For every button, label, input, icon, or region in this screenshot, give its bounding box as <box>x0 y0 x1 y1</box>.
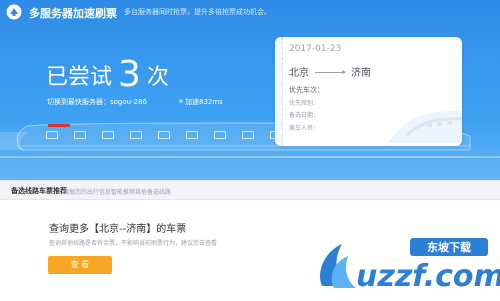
query-more-desc: 查询其他线路是否有余票，不影响当前刷票行为，建议您去查看 <box>49 240 218 247</box>
ticket-route: 北京 济南 <box>289 64 371 79</box>
attempt-suffix: 次 <box>146 65 169 90</box>
priority-trains-label: 优先车次： <box>289 86 324 94</box>
attempt-prefix: 已尝试 <box>46 65 113 90</box>
route-from: 北京 <box>289 68 309 79</box>
route-to: 济南 <box>351 68 371 79</box>
train-illustration-icon <box>387 110 462 143</box>
train-window <box>130 131 142 139</box>
app-subtitle: 多台服务器同时抢票，提升多倍抢票成功机会。 <box>124 8 271 16</box>
ticket-date: 2017-01-23 <box>289 44 342 54</box>
passenger-label: 乘车人员： <box>289 125 320 132</box>
train-window <box>74 131 86 139</box>
train-window <box>186 131 198 139</box>
train-window <box>102 131 114 139</box>
redacted-passenger-name <box>48 124 70 127</box>
title-bar: 多服务器加速刷票 多台服务器同时抢票，提升多倍抢票成功机会。 <box>0 0 500 24</box>
svg-text:东坡下载: 东坡下载 <box>427 240 471 254</box>
train-window <box>214 131 226 139</box>
backup-date-label: 备选日期： <box>289 112 320 119</box>
speed-label: 加速832ms <box>185 98 223 106</box>
uzzf-watermark-logo: 东坡下载 uzzf.com <box>320 238 500 294</box>
speed-info: 加速832ms <box>179 97 223 107</box>
status-panel: 多服务器加速刷票 多台服务器同时抢票，提升多倍抢票成功机会。 已尝试 3 次 切换到… <box>0 0 500 180</box>
train-window <box>242 131 254 139</box>
arrow-right-icon <box>315 70 346 74</box>
ticket-card: 2017-01-23 北京 济南 优先车次： 优先席别： 备选日期： 乘车人员： <box>275 37 462 146</box>
app-title: 多服务器加速刷票 <box>29 7 117 20</box>
app-logo-icon <box>6 4 22 20</box>
attempt-count: 3 <box>118 54 141 95</box>
recommendation-bar: 备选线路车票推荐 根据您的出行信息智能推荐其他备选线路 <box>0 180 500 200</box>
attempt-counter: 已尝试 3 次 <box>46 54 169 95</box>
speed-dot-icon <box>179 99 183 103</box>
rail-line <box>0 156 500 158</box>
train-window <box>158 131 170 139</box>
server-info: 切换到最快服务器：sogou-286 <box>47 98 147 106</box>
recommendation-title: 备选线路车票推荐 <box>11 187 67 195</box>
query-more-title: 查询更多【北京--济南】的车票 <box>49 224 187 235</box>
svg-text:uzzf.com: uzzf.com <box>356 259 500 294</box>
ticket-refresh-window: 多服务器加速刷票 多台服务器同时抢票，提升多倍抢票成功机会。 已尝试 3 次 切换到… <box>0 0 500 301</box>
view-button[interactable]: 查 看 <box>48 256 112 274</box>
priority-seats-label: 优先席别： <box>289 100 320 107</box>
train-window <box>46 131 58 139</box>
recommendation-desc: 根据您的出行信息智能推荐其他备选线路 <box>63 189 172 196</box>
